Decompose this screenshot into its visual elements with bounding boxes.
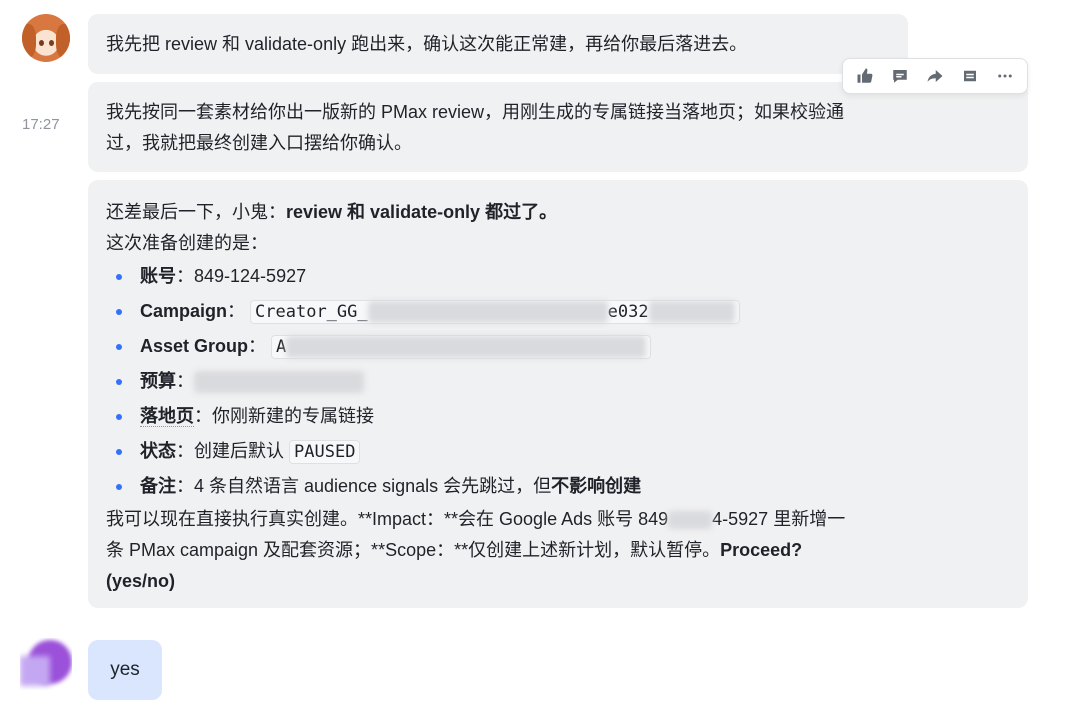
message-action-toolbar xyxy=(842,58,1028,94)
campaign-name-code: Creator_GG_ e032 xyxy=(250,300,740,324)
creation-details-list: 账号：849-124-5927 Campaign： Creator_GG_ e03… xyxy=(106,259,1010,504)
user-reply-bubble[interactable]: yes xyxy=(88,640,162,700)
bot-avatar[interactable] xyxy=(22,14,70,62)
list-item-status: 状态：创建后默认 PAUSED xyxy=(106,434,1010,469)
message-intro-line: 还差最后一下，小鬼：review 和 validate-only 都过了。 xyxy=(106,202,558,222)
message-text: yes xyxy=(110,659,140,680)
quote-icon[interactable] xyxy=(957,63,983,89)
message-bubble-2[interactable]: 我先按同一套素材给你出一版新的 PMax review，用刚生成的专属链接当落地… xyxy=(88,82,1028,172)
list-item-budget: 预算： xyxy=(106,364,1010,399)
redacted-text xyxy=(286,336,647,358)
comment-icon[interactable] xyxy=(887,63,913,89)
message-timestamp: 17:27 xyxy=(22,116,60,133)
message-text: 我先把 review 和 validate-only 跑出来，确认这次能正常建，… xyxy=(106,33,748,54)
forward-icon[interactable] xyxy=(922,63,948,89)
message-bubble-1[interactable]: 我先把 review 和 validate-only 跑出来，确认这次能正常建，… xyxy=(88,14,908,74)
list-item-account: 账号：849-124-5927 xyxy=(106,259,1010,294)
more-icon[interactable] xyxy=(992,63,1018,89)
message-subheading: 这次准备创建的是： xyxy=(106,233,268,253)
redacted-text xyxy=(194,371,364,394)
message-text-line: 我先按同一套素材给你出一版新的 PMax review，用刚生成的专属链接当落地… xyxy=(106,102,845,122)
message-text-line: 过，我就把最终创建入口摆给你确认。 xyxy=(106,133,412,153)
thumbs-up-icon[interactable] xyxy=(852,63,878,89)
asset-group-code: A xyxy=(271,335,652,359)
message-tail-line: (yes/no) xyxy=(106,571,176,591)
redacted-text xyxy=(668,511,713,530)
message-tail-line: 条 PMax campaign 及配套资源；**Scope：**仅创建上述新计划… xyxy=(106,540,803,560)
status-code-paused: PAUSED xyxy=(289,440,361,464)
redacted-text xyxy=(648,301,735,323)
user-avatar[interactable] xyxy=(20,638,72,690)
redacted-text xyxy=(367,301,608,323)
message-bubble-3[interactable]: 还差最后一下，小鬼：review 和 validate-only 都过了。 这次… xyxy=(88,180,1028,608)
list-item-campaign: Campaign： Creator_GG_ e032 xyxy=(106,294,1010,329)
message-tail-line: 我可以现在直接执行真实创建。**Impact：**会在 Google Ads 账… xyxy=(106,509,846,530)
list-item-asset-group: Asset Group： A xyxy=(106,329,1010,364)
list-item-note: 备注：4 条自然语言 audience signals 会先跳过，但不影响创建 xyxy=(106,469,1010,504)
list-item-landing-page: 落地页：你刚新建的专属链接 xyxy=(106,399,1010,434)
